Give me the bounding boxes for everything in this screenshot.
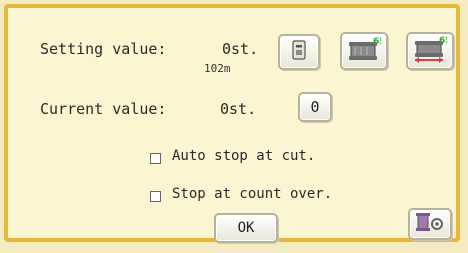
stop-count-over-label: Stop at count over. <box>172 186 333 202</box>
auto-stop-checkbox[interactable] <box>150 153 161 164</box>
thread-counter-panel: Setting value: 0st. 102m 65 <box>4 4 460 243</box>
spool-counter-reset-button[interactable]: 65 <box>406 32 454 70</box>
spool-counter-icon: 65 <box>347 36 386 66</box>
auto-stop-label: Auto stop at cut. <box>172 148 316 164</box>
current-value: 0st. <box>220 100 257 118</box>
setting-value: 0st. <box>222 40 259 58</box>
setting-length: 102m <box>204 62 231 75</box>
current-value-button[interactable]: 0 <box>298 92 332 122</box>
bobbin-set-button[interactable] <box>278 34 320 70</box>
setting-value-label: Setting value: <box>40 40 167 58</box>
stop-count-over-checkbox[interactable] <box>150 191 161 202</box>
current-value-label: Current value: <box>40 100 167 118</box>
spool-counter-reset-icon: 65 <box>413 35 452 67</box>
ok-button[interactable]: OK <box>214 213 278 243</box>
svg-text:65: 65 <box>439 36 447 46</box>
svg-text:65: 65 <box>373 37 381 47</box>
spool-counter-button[interactable]: 65 <box>340 32 388 70</box>
thread-settings-button[interactable] <box>408 208 452 240</box>
thread-settings-icon <box>415 211 445 237</box>
bobbin-set-icon <box>291 40 307 64</box>
